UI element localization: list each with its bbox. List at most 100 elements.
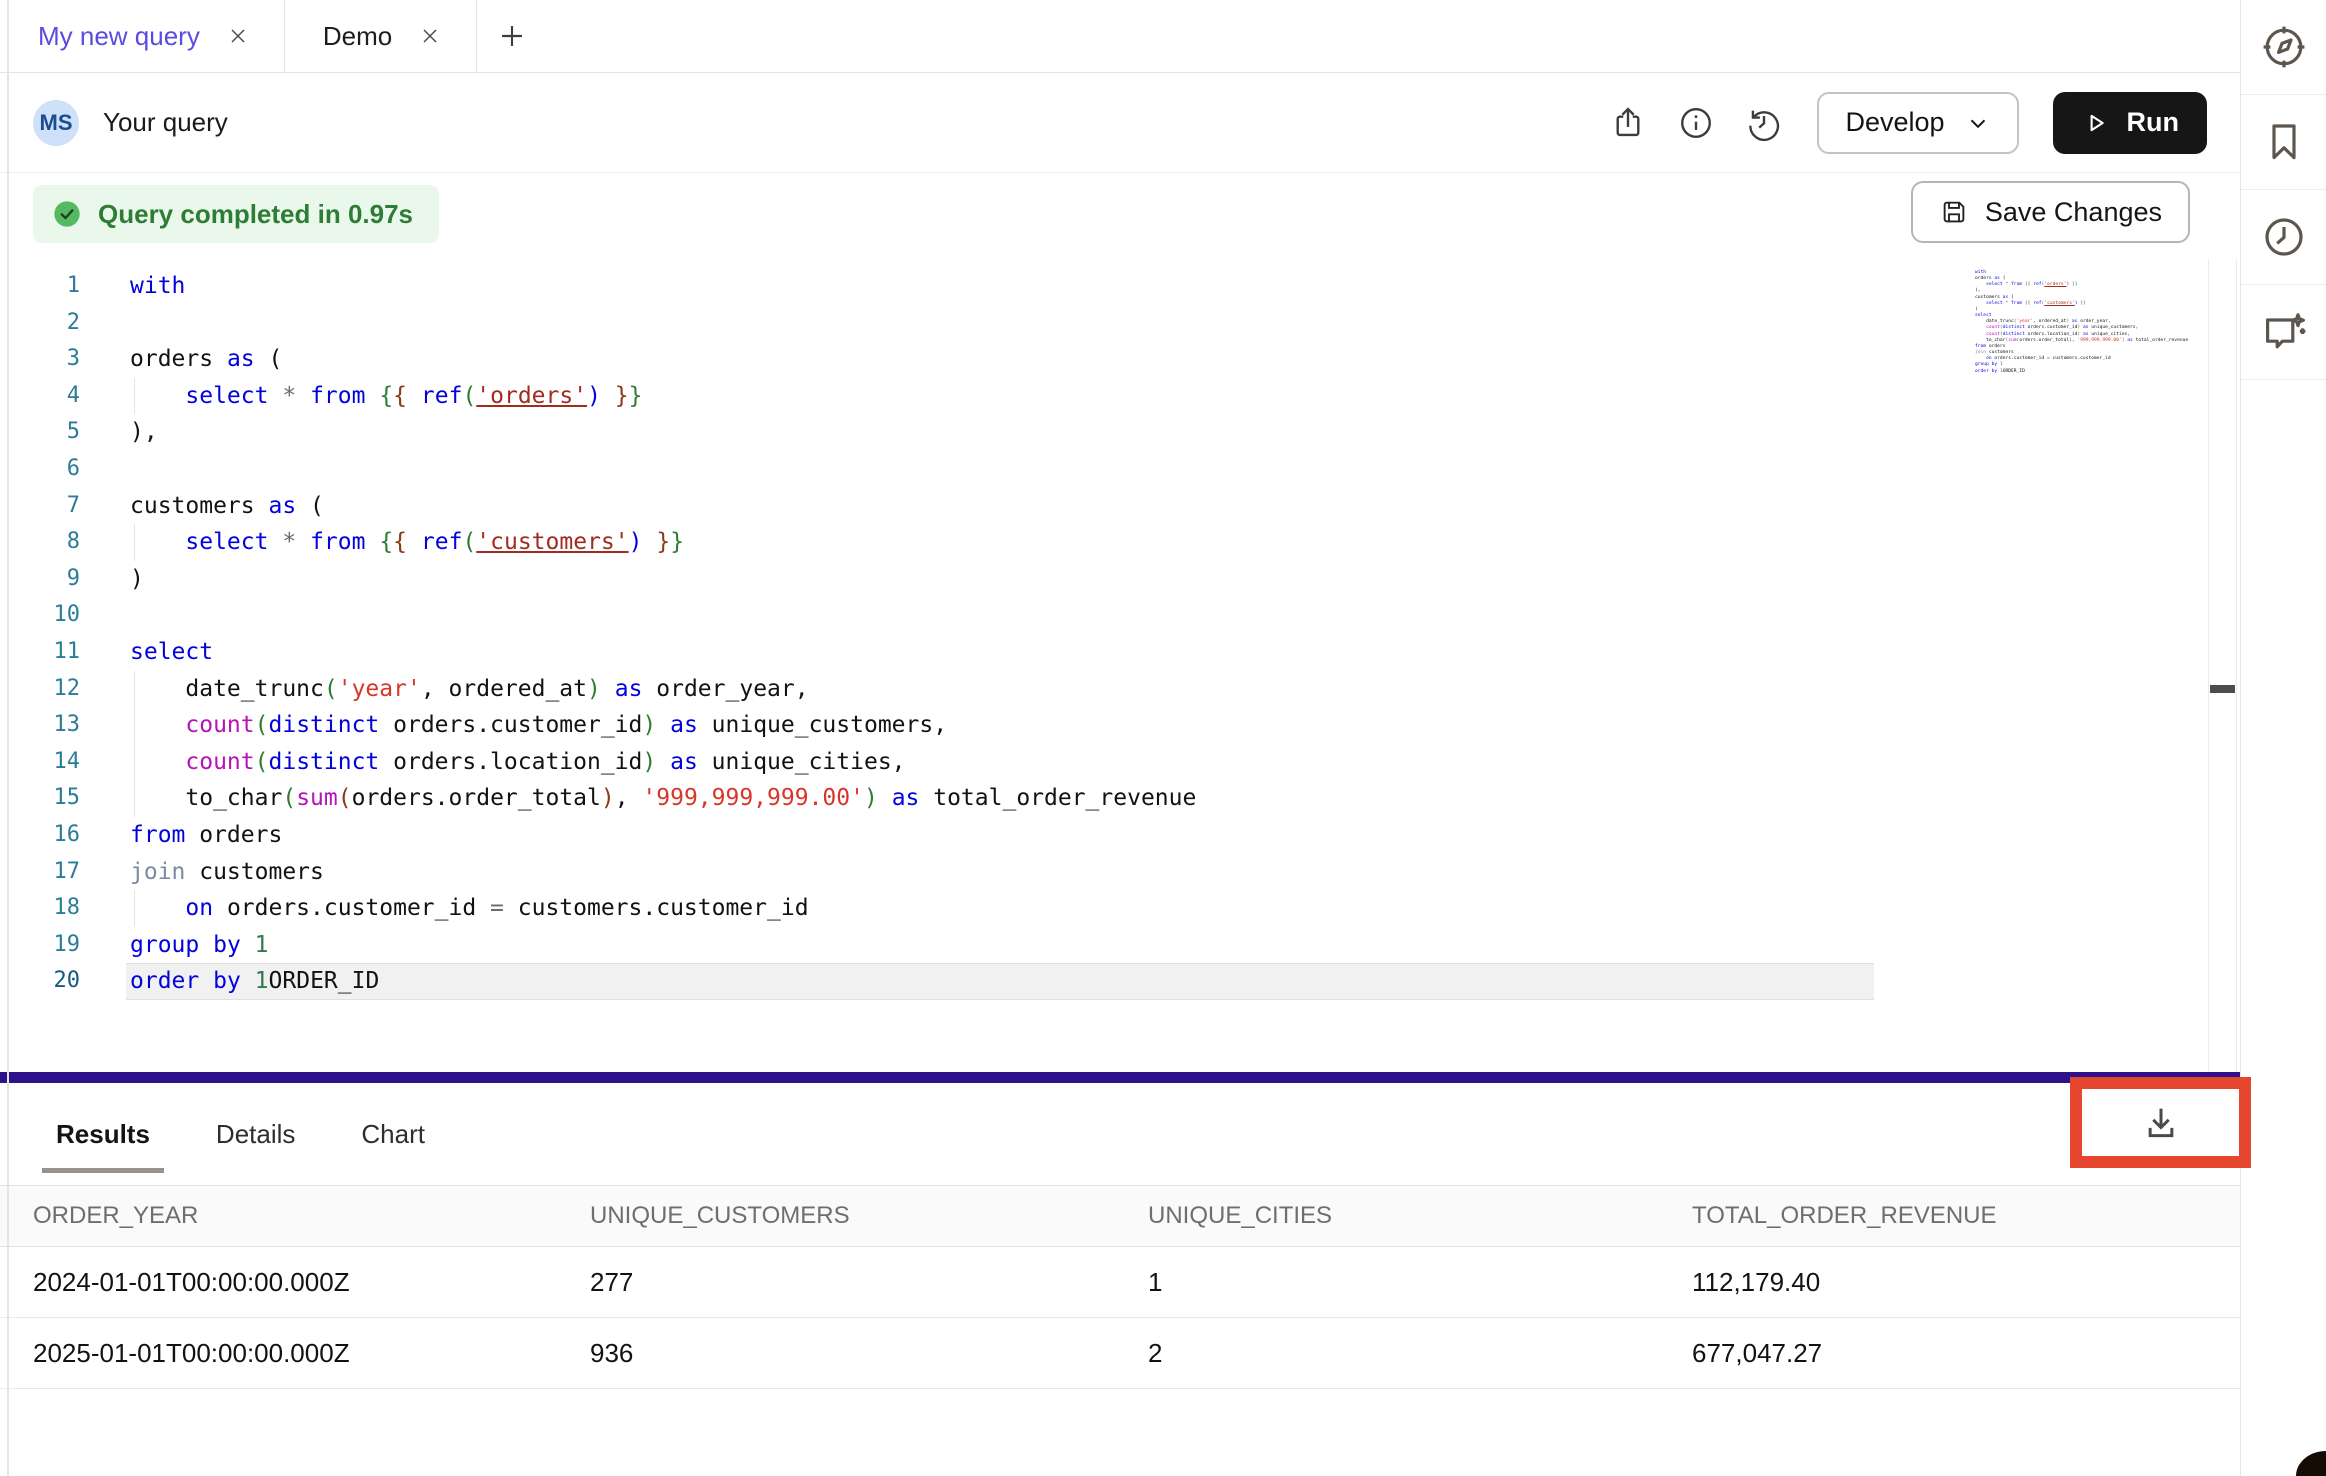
code-text: to_char(sum(orders.order_total), '999,99… <box>130 780 1196 817</box>
new-tab-button[interactable] <box>477 0 547 72</box>
editor-tab[interactable]: My new query <box>0 0 285 72</box>
history-button[interactable] <box>1743 102 1785 144</box>
share-button[interactable] <box>1607 102 1649 144</box>
code-line[interactable]: 1with <box>0 268 2240 305</box>
line-number: 7 <box>0 488 80 525</box>
code-line[interactable]: 3orders as ( <box>0 341 2240 378</box>
table-cell: 2025-01-01T00:00:00.000Z <box>33 1338 590 1369</box>
table-cell: 277 <box>590 1267 1148 1298</box>
develop-dropdown[interactable]: Develop <box>1817 92 2018 154</box>
sidebar-button-clock[interactable] <box>2241 190 2326 285</box>
code-line[interactable]: 7 customers as ( <box>0 488 2240 525</box>
download-results-button[interactable] <box>2131 1093 2191 1153</box>
code-text: date_trunc('year', ordered_at) as order_… <box>130 671 809 708</box>
column-header: UNIQUE_CITIES <box>1148 1202 1692 1230</box>
develop-label: Develop <box>1845 107 1944 138</box>
code-text: count(distinct orders.customer_id) as un… <box>130 707 947 744</box>
results-tab-chart[interactable]: Chart <box>347 1083 439 1185</box>
app-window: My new query Demo MS Your query Develop <box>0 0 2326 1476</box>
sidebar-button-compass[interactable] <box>2241 0 2326 95</box>
editor-scrollbar-thumb[interactable] <box>2210 685 2235 693</box>
results-table-body: 2024-01-01T00:00:00.000Z2771112,179.4020… <box>0 1247 2240 1389</box>
query-toolbar: MS Your query Develop Run <box>0 73 2240 173</box>
line-number: 18 <box>0 890 80 927</box>
line-number: 20 <box>0 963 80 1000</box>
table-row: 2025-01-01T00:00:00.000Z9362677,047.27 <box>0 1318 2240 1389</box>
line-number: 17 <box>0 854 80 891</box>
line-number: 12 <box>0 671 80 708</box>
code-line[interactable]: 14 count(distinct orders.location_id) as… <box>0 744 2240 781</box>
bookmark-icon <box>2260 118 2308 166</box>
share-icon <box>1609 104 1647 142</box>
editor-tab[interactable]: Demo <box>285 0 477 72</box>
code-line[interactable]: 18 on orders.customer_id = customers.cus… <box>0 890 2240 927</box>
info-icon <box>1677 104 1715 142</box>
code-line[interactable]: 17join customers <box>0 854 2240 891</box>
main-panel: My new query Demo MS Your query Develop <box>0 0 2240 1476</box>
results-tab-results[interactable]: Results <box>42 1083 164 1185</box>
code-line[interactable]: 9) <box>0 561 2240 598</box>
play-icon <box>2081 108 2111 138</box>
code-line[interactable]: 10 <box>0 597 2240 634</box>
code-text: order by 1ORDER_ID <box>130 963 379 1000</box>
table-cell: 936 <box>590 1338 1148 1369</box>
query-status-badge: Query completed in 0.97s <box>33 185 439 243</box>
code-text: group by 1 <box>130 927 269 964</box>
results-panel: ResultsDetailsChart ORDER_YEARUNIQUE_CUS… <box>0 1083 2240 1389</box>
line-number: 9 <box>0 561 80 598</box>
code-line[interactable]: 16from orders <box>0 817 2240 854</box>
code-text: count(distinct orders.location_id) as un… <box>130 744 906 781</box>
plus-icon <box>496 20 528 52</box>
minimap[interactable]: withorders as ( select * from {{ ref('or… <box>1975 270 2147 375</box>
code-text: from orders <box>130 817 282 854</box>
right-sidebar <box>2240 0 2326 1476</box>
run-button[interactable]: Run <box>2053 92 2207 154</box>
sql-editor[interactable]: 1with23orders as (4 select * from {{ ref… <box>0 260 2240 1072</box>
info-button[interactable] <box>1675 102 1717 144</box>
sidebar-button-ai-chat[interactable] <box>2241 285 2326 380</box>
line-number: 6 <box>0 451 80 488</box>
save-changes-button[interactable]: Save Changes <box>1911 181 2190 243</box>
code-line[interactable]: 19group by 1 <box>0 927 2240 964</box>
minimap-line: order by 1ORDER_ID <box>1975 369 2147 375</box>
code-line[interactable]: 15 to_char(sum(orders.order_total), '999… <box>0 780 2240 817</box>
results-tab-details[interactable]: Details <box>202 1083 309 1185</box>
line-number: 2 <box>0 305 80 342</box>
code-line[interactable]: 11select <box>0 634 2240 671</box>
code-line[interactable]: 12 date_trunc('year', ordered_at) as ord… <box>0 671 2240 708</box>
line-number: 3 <box>0 341 80 378</box>
line-number: 10 <box>0 597 80 634</box>
line-number: 4 <box>0 378 80 415</box>
check-circle-icon <box>51 198 83 230</box>
chevron-down-icon <box>1965 110 1991 136</box>
code-text: select * from {{ ref('customers') }} <box>130 524 684 561</box>
avatar[interactable]: MS <box>33 100 79 146</box>
query-title: Your query <box>103 107 228 138</box>
code-line[interactable]: 2 <box>0 305 2240 342</box>
ai-chat-icon <box>2260 308 2308 356</box>
table-cell: 2024-01-01T00:00:00.000Z <box>33 1267 590 1298</box>
close-icon[interactable] <box>418 24 442 48</box>
editor-tab-label: Demo <box>323 21 392 52</box>
panel-splitter[interactable] <box>0 1072 2240 1083</box>
code-line[interactable]: 20 order by 1ORDER_ID <box>0 963 2240 1000</box>
code-line[interactable]: 4 select * from {{ ref('orders') }} <box>0 378 2240 415</box>
results-tab-bar: Results Details Chart <box>0 1083 2240 1185</box>
sidebar-button-bookmark[interactable] <box>2241 95 2326 190</box>
line-number: 5 <box>0 414 80 451</box>
code-text: customers as ( <box>130 488 324 525</box>
code-line[interactable]: 13 count(distinct orders.customer_id) as… <box>0 707 2240 744</box>
compass-icon <box>2260 23 2308 71</box>
status-message: Query completed in 0.97s <box>98 199 413 230</box>
line-number: 15 <box>0 780 80 817</box>
annotation-highlight <box>2070 1077 2251 1168</box>
line-number: 13 <box>0 707 80 744</box>
close-icon[interactable] <box>226 24 250 48</box>
code-line[interactable]: 6 <box>0 451 2240 488</box>
code-text: with <box>130 268 185 305</box>
run-label: Run <box>2127 107 2179 138</box>
code-lines: 1with23orders as (4 select * from {{ ref… <box>0 268 2240 1000</box>
code-line[interactable]: 8 select * from {{ ref('customers') }} <box>0 524 2240 561</box>
line-number: 11 <box>0 634 80 671</box>
code-line[interactable]: 5), <box>0 414 2240 451</box>
